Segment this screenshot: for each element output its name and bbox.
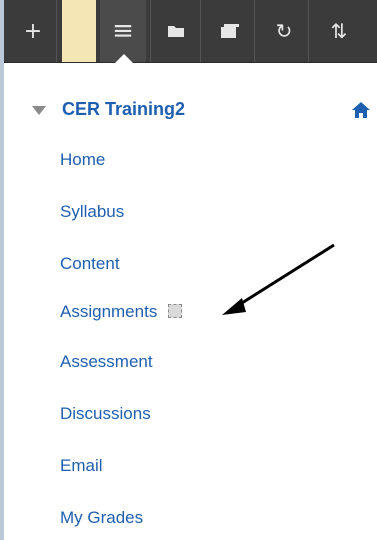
menu-item-syllabus[interactable]: Syllabus (60, 202, 124, 222)
course-menu-button[interactable]: ≡ (100, 0, 146, 62)
hidden-item-indicator-icon (168, 304, 183, 319)
menu-item-label: Syllabus (60, 202, 125, 221)
window-button[interactable] (208, 0, 252, 62)
sort-button[interactable]: ⇅ (316, 0, 362, 62)
menu-item-my-grades[interactable]: My Grades (60, 508, 143, 528)
add-button[interactable]: + (14, 0, 52, 62)
toolbar-divider (56, 0, 57, 62)
window-icon (221, 24, 239, 38)
menu-item-label: Discussions (60, 404, 151, 423)
list-icon: ≡ (112, 16, 134, 46)
left-edge (0, 0, 4, 540)
collapse-triangle-icon[interactable] (32, 106, 46, 115)
active-tab-pointer (114, 54, 134, 64)
toolbar-divider (308, 0, 309, 62)
folder-button[interactable] (156, 0, 196, 62)
menu-item-label: Assessment (60, 352, 153, 371)
course-header: CER Training2 (4, 96, 377, 126)
folder-icon (168, 26, 184, 37)
menu-item-discussions[interactable]: Discussions (60, 404, 151, 424)
plus-icon: + (23, 18, 43, 44)
toolbar-divider (254, 0, 255, 62)
menu-item-label: Email (60, 456, 103, 475)
annotation-arrow (222, 243, 335, 315)
course-toolbar: + ≡ ↻ ⇅ (4, 0, 377, 64)
menu-item-home[interactable]: Home (60, 150, 105, 170)
course-title[interactable]: CER Training2 (62, 99, 185, 120)
toolbar-divider (150, 0, 151, 62)
menu-item-label: Assignments (60, 302, 158, 321)
refresh-button[interactable]: ↻ (262, 0, 306, 62)
menu-item-assessment[interactable]: Assessment (60, 352, 153, 372)
menu-item-assignments[interactable]: Assignments (60, 302, 183, 322)
menu-item-label: My Grades (60, 508, 144, 527)
toolbar-highlight (62, 0, 96, 62)
sort-icon: ⇅ (330, 19, 348, 43)
menu-item-label: Content (60, 254, 120, 273)
menu-item-email[interactable]: Email (60, 456, 103, 476)
menu-item-content[interactable]: Content (60, 254, 120, 274)
toolbar-divider (200, 0, 201, 62)
menu-item-label: Home (60, 150, 106, 169)
refresh-icon: ↻ (275, 19, 293, 43)
home-icon[interactable] (351, 100, 371, 120)
